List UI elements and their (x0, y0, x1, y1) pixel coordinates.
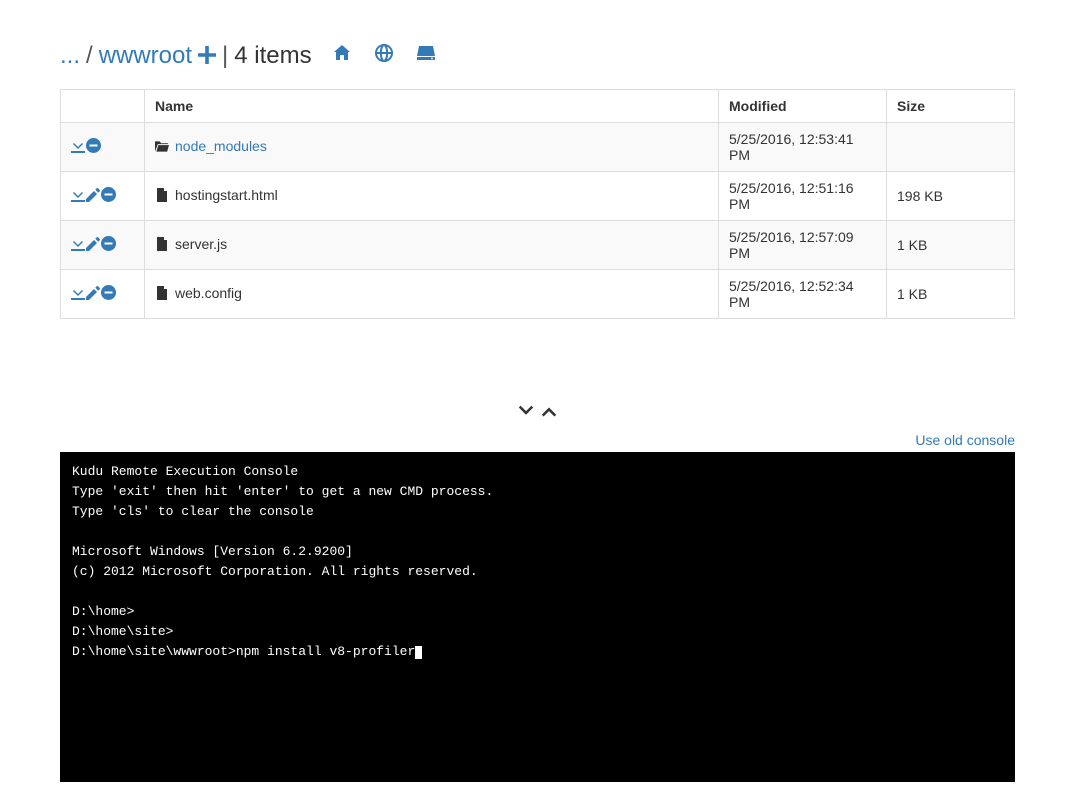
modified-cell: 5/25/2016, 12:52:34 PM (719, 270, 887, 319)
breadcrumb: ... / wwwroot | 4 items (60, 40, 1015, 71)
console-toggle (60, 403, 1015, 426)
edit-icon[interactable] (86, 188, 100, 205)
table-row: hostingstart.html 5/25/2016, 12:51:16 PM1… (61, 172, 1015, 221)
modified-cell: 5/25/2016, 12:53:41 PM (719, 123, 887, 172)
chevron-up-icon[interactable] (540, 403, 558, 426)
delete-icon[interactable] (101, 236, 116, 254)
delete-icon[interactable] (86, 138, 101, 156)
col-modified-header: Modified (719, 90, 887, 123)
file-name[interactable]: node_modules (175, 138, 267, 154)
chevron-down-icon[interactable] (517, 403, 535, 426)
file-icon (155, 189, 169, 205)
download-icon[interactable] (71, 139, 85, 156)
size-cell (887, 123, 1015, 172)
name-cell: hostingstart.html (145, 172, 719, 221)
name-cell: web.config (145, 270, 719, 319)
size-cell: 198 KB (887, 172, 1015, 221)
table-row: web.config 5/25/2016, 12:52:34 PM1 KB (61, 270, 1015, 319)
terminal[interactable]: Kudu Remote Execution Console Type 'exit… (60, 452, 1015, 782)
add-button[interactable] (198, 40, 216, 71)
col-name-header: Name (145, 90, 719, 123)
actions-cell (61, 221, 145, 270)
name-cell[interactable]: node_modules (145, 123, 719, 172)
disk-icon[interactable] (416, 43, 436, 69)
col-actions-header (61, 90, 145, 123)
folder-icon (155, 140, 169, 156)
actions-cell (61, 172, 145, 221)
use-old-console-link[interactable]: Use old console (915, 432, 1015, 448)
download-icon[interactable] (71, 286, 85, 303)
breadcrumb-current[interactable]: wwwroot (99, 42, 192, 70)
edit-icon[interactable] (86, 237, 100, 254)
delete-icon[interactable] (101, 187, 116, 205)
table-row: server.js 5/25/2016, 12:57:09 PM1 KB (61, 221, 1015, 270)
file-icon (155, 238, 169, 254)
globe-icon[interactable] (374, 43, 394, 69)
file-name: hostingstart.html (175, 187, 278, 203)
download-icon[interactable] (71, 237, 85, 254)
home-icon[interactable] (332, 43, 352, 69)
delete-icon[interactable] (101, 285, 116, 303)
edit-icon[interactable] (86, 286, 100, 303)
col-size-header: Size (887, 90, 1015, 123)
actions-cell (61, 270, 145, 319)
breadcrumb-separator: / (86, 42, 93, 70)
item-count: 4 items (234, 42, 311, 70)
modified-cell: 5/25/2016, 12:51:16 PM (719, 172, 887, 221)
size-cell: 1 KB (887, 221, 1015, 270)
name-cell: server.js (145, 221, 719, 270)
actions-cell (61, 123, 145, 172)
file-name: server.js (175, 236, 227, 252)
breadcrumb-ellipsis[interactable]: ... (60, 42, 80, 70)
terminal-cursor (415, 646, 422, 659)
table-row: node_modules 5/25/2016, 12:53:41 PM (61, 123, 1015, 172)
file-icon (155, 287, 169, 303)
size-cell: 1 KB (887, 270, 1015, 319)
breadcrumb-divider: | (222, 42, 228, 70)
file-name: web.config (175, 285, 242, 301)
download-icon[interactable] (71, 188, 85, 205)
table-header-row: Name Modified Size (61, 90, 1015, 123)
modified-cell: 5/25/2016, 12:57:09 PM (719, 221, 887, 270)
file-table: Name Modified Size node_modules 5/25/2016… (60, 89, 1015, 319)
